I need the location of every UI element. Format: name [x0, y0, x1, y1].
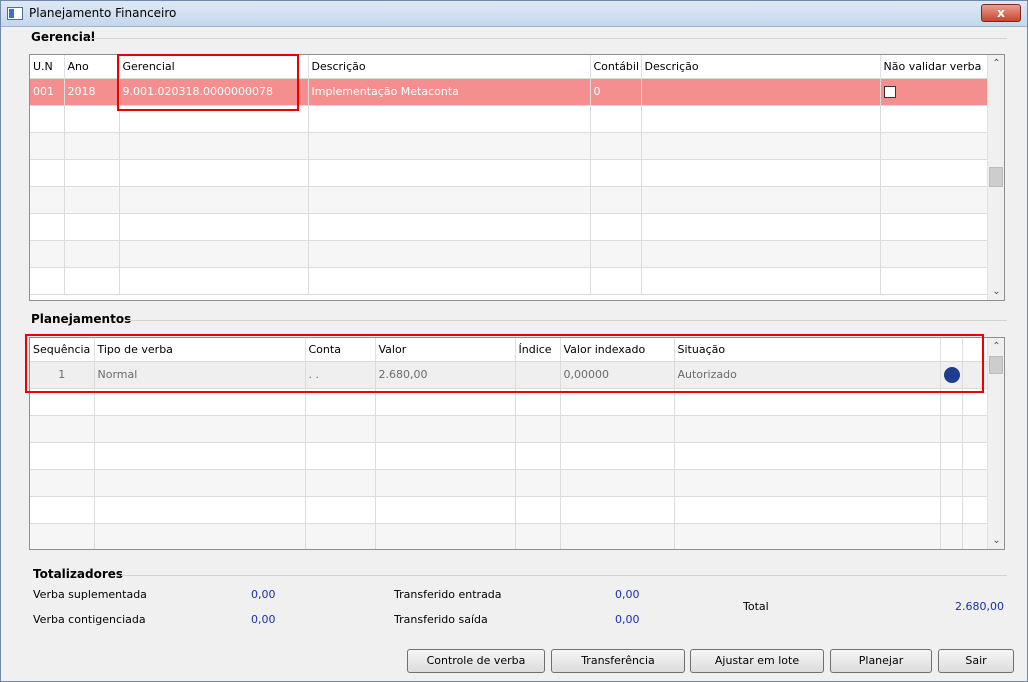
- table-row[interactable]: [30, 523, 989, 549]
- col-gerencial[interactable]: Gerencial: [119, 55, 309, 79]
- col-contabil[interactable]: Contábil: [590, 55, 642, 79]
- transferido-entrada-value: 0,00: [615, 588, 640, 601]
- table-row[interactable]: [30, 159, 989, 187]
- ajustar-em-lote-button[interactable]: Ajustar em lote: [690, 649, 824, 673]
- cell-contabil[interactable]: 0: [590, 78, 642, 106]
- cell-tipo[interactable]: Normal: [94, 361, 306, 389]
- nao-validar-checkbox[interactable]: [883, 86, 896, 98]
- scroll-down-icon[interactable]: ⌄: [988, 283, 1004, 300]
- table-row[interactable]: [30, 442, 989, 470]
- col-valor[interactable]: Valor: [375, 338, 516, 362]
- col-ano[interactable]: Ano: [64, 55, 120, 79]
- cell-descricao-2[interactable]: [641, 78, 881, 106]
- col-un[interactable]: U.N: [30, 55, 65, 79]
- table-row[interactable]: [30, 105, 989, 133]
- status-dot-icon: [943, 366, 960, 383]
- verba-contigenciada-label: Verba contigenciada: [33, 613, 146, 626]
- col-nao-validar-verba[interactable]: Não validar verba: [880, 55, 989, 79]
- cell-conta[interactable]: . .: [305, 361, 376, 389]
- transferencia-button[interactable]: Transferência: [551, 649, 685, 673]
- col-conta[interactable]: Conta: [305, 338, 376, 362]
- planejamentos-grid[interactable]: Sequência Tipo de verba Conta Valor Índi…: [29, 337, 1005, 550]
- cell-valor-indexado[interactable]: 0,00000: [560, 361, 675, 389]
- cell-situacao[interactable]: Autorizado: [674, 361, 941, 389]
- gerencial-divider: [89, 38, 1007, 39]
- scroll-up-icon[interactable]: ⌃: [988, 55, 1004, 72]
- controle-de-verba-button[interactable]: Controle de verba: [407, 649, 545, 673]
- table-row[interactable]: [30, 469, 989, 497]
- col-tipo-de-verba[interactable]: Tipo de verba: [94, 338, 306, 362]
- total-value: 2.680,00: [955, 600, 1004, 613]
- transferido-saida-label: Transferido saída: [394, 613, 488, 626]
- cell-valor[interactable]: 2.680,00: [375, 361, 516, 389]
- table-row[interactable]: [30, 132, 989, 160]
- gerencial-section-label: Gerencial: [31, 30, 96, 44]
- col-extra[interactable]: [962, 338, 989, 362]
- cell-ano[interactable]: 2018: [64, 78, 120, 106]
- total-label: Total: [743, 600, 769, 613]
- scroll-up-icon[interactable]: ⌃: [988, 338, 1004, 355]
- close-button[interactable]: x: [981, 4, 1021, 22]
- cell-nao-validar[interactable]: [880, 78, 989, 106]
- table-row[interactable]: [30, 240, 989, 268]
- table-row[interactable]: [30, 496, 989, 524]
- planejamentos-section-label: Planejamentos: [31, 312, 132, 326]
- table-row[interactable]: [30, 213, 989, 241]
- table-row[interactable]: [30, 388, 989, 416]
- totalizadores-divider: [121, 575, 1007, 576]
- cell-status[interactable]: [940, 361, 963, 389]
- table-row[interactable]: 1 Normal . . 2.680,00 0,00000 Autorizado: [30, 361, 989, 389]
- table-row[interactable]: [30, 186, 989, 214]
- gerencial-grid[interactable]: U.N Ano Gerencial Descrição Contábil Des…: [29, 54, 1005, 301]
- transferido-entrada-label: Transferido entrada: [394, 588, 502, 601]
- scroll-down-icon[interactable]: ⌄: [988, 532, 1004, 549]
- cell-gerencial[interactable]: 9.001.020318.0000000078: [119, 78, 309, 106]
- col-situacao[interactable]: Situação: [674, 338, 941, 362]
- scroll-thumb[interactable]: [989, 167, 1003, 187]
- title-bar: Planejamento Financeiro x: [1, 1, 1027, 27]
- verba-suplementada-label: Verba suplementada: [33, 588, 147, 601]
- table-row[interactable]: 001 2018 9.001.020318.0000000078 Impleme…: [30, 78, 989, 106]
- cell-descricao[interactable]: Implementação Metaconta: [308, 78, 591, 106]
- verba-suplementada-value: 0,00: [251, 588, 276, 601]
- table-row[interactable]: [30, 415, 989, 443]
- col-indice[interactable]: Índice: [515, 338, 561, 362]
- col-status[interactable]: [940, 338, 963, 362]
- col-descricao[interactable]: Descrição: [308, 55, 591, 79]
- cell-un[interactable]: 001: [30, 78, 65, 106]
- gerencial-scrollbar[interactable]: ⌃ ⌄: [987, 55, 1004, 300]
- window-title: Planejamento Financeiro: [29, 6, 177, 20]
- col-descricao-2[interactable]: Descrição: [641, 55, 881, 79]
- cell-indice[interactable]: [515, 361, 561, 389]
- planejamento-window: Planejamento Financeiro x Gerencial U.N …: [0, 0, 1028, 682]
- scroll-thumb[interactable]: [989, 356, 1003, 374]
- app-icon: [7, 7, 23, 20]
- sair-button[interactable]: Sair: [938, 649, 1014, 673]
- planejar-button[interactable]: Planejar: [830, 649, 932, 673]
- planejamentos-divider: [127, 320, 1007, 321]
- transferido-saida-value: 0,00: [615, 613, 640, 626]
- verba-contigenciada-value: 0,00: [251, 613, 276, 626]
- col-valor-indexado[interactable]: Valor indexado: [560, 338, 675, 362]
- totalizadores-section-label: Totalizadores: [33, 567, 124, 581]
- col-sequencia[interactable]: Sequência: [30, 338, 95, 362]
- planejamentos-scrollbar[interactable]: ⌃ ⌄: [987, 338, 1004, 549]
- cell-sequencia[interactable]: 1: [30, 361, 95, 389]
- table-row[interactable]: [30, 267, 989, 295]
